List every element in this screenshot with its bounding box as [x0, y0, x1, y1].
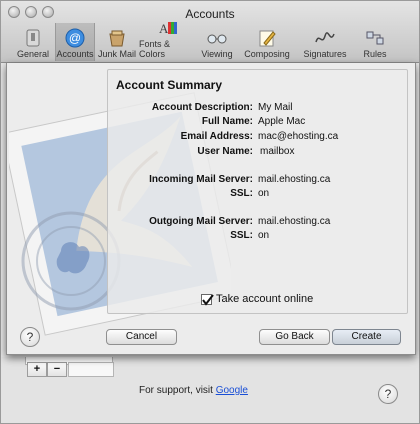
- full-name-value: Apple Mac: [258, 116, 306, 127]
- list-button-bar: [68, 362, 114, 377]
- toolbar-label: General: [16, 49, 50, 59]
- outgoing-server-row: Outgoing Mail Server: mail.ehosting.ca: [108, 216, 409, 230]
- svg-text:@: @: [69, 31, 81, 45]
- take-online-checkbox[interactable]: [201, 293, 214, 306]
- full-name-label: Full Name:: [201, 116, 253, 127]
- toolbar-junk-mail[interactable]: Junk Mail: [97, 23, 137, 61]
- email-row: Email Address: mac@ehosting.ca: [108, 131, 409, 145]
- incoming-server-row: Incoming Mail Server: mail.ehosting.ca: [108, 174, 409, 188]
- toolbar-fonts-colors[interactable]: A Fonts & Colors: [139, 21, 195, 61]
- glasses-icon: [206, 28, 228, 48]
- toolbar-general[interactable]: General: [13, 23, 53, 61]
- fonts-colors-icon: A: [156, 18, 178, 38]
- toolbar-label: Accounts: [56, 49, 94, 59]
- support-text: For support, visit Google: [139, 385, 248, 396]
- toolbar-rules[interactable]: Rules: [355, 23, 395, 61]
- account-description-value: My Mail: [258, 102, 293, 113]
- window-title: Accounts: [185, 7, 235, 21]
- user-name-row: User Name: mailbox: [108, 146, 409, 160]
- incoming-ssl-row: SSL: on: [108, 188, 409, 202]
- support-link[interactable]: Google: [216, 385, 248, 396]
- create-button[interactable]: Create: [332, 329, 401, 345]
- outgoing-server-value: mail.ehosting.ca: [258, 216, 331, 227]
- signature-icon: [314, 28, 336, 48]
- rules-icon: [364, 28, 386, 48]
- toolbar-signatures[interactable]: Signatures: [297, 23, 353, 61]
- user-name-value: mailbox: [260, 146, 295, 157]
- toolbar-label: Rules: [363, 49, 387, 59]
- user-name-label: User Name:: [197, 146, 253, 157]
- junk-mail-icon: [106, 28, 128, 48]
- help-button[interactable]: ?: [378, 384, 398, 404]
- outgoing-ssl-row: SSL: on: [108, 230, 409, 244]
- checkmark-icon: [202, 293, 214, 306]
- at-sign-icon: @: [64, 28, 86, 48]
- toolbar-label: Composing: [244, 49, 290, 59]
- outgoing-ssl-label: SSL:: [230, 230, 253, 241]
- toolbar-composing[interactable]: Composing: [239, 23, 295, 61]
- summary-title: Account Summary: [116, 78, 223, 92]
- toolbar-label: Signatures: [303, 49, 347, 59]
- remove-account-button[interactable]: −: [47, 362, 67, 377]
- incoming-server-label: Incoming Mail Server:: [149, 174, 253, 185]
- email-value: mac@ehosting.ca: [258, 131, 339, 142]
- incoming-ssl-value: on: [258, 188, 270, 199]
- outgoing-server-label: Outgoing Mail Server:: [149, 216, 253, 227]
- account-summary-sheet: Account Summary Account Description: My …: [6, 63, 416, 355]
- take-online-option[interactable]: Take account online: [201, 293, 314, 306]
- titlebar: Accounts General @ Accounts Junk Mail A …: [1, 1, 419, 63]
- preferences-toolbar: General @ Accounts Junk Mail A Fonts & C…: [13, 21, 397, 61]
- accounts-window: Accounts General @ Accounts Junk Mail A …: [0, 0, 420, 424]
- toolbar-accounts[interactable]: @ Accounts: [55, 23, 95, 61]
- incoming-ssl-label: SSL:: [230, 188, 253, 199]
- sheet-help-button[interactable]: ?: [20, 327, 40, 347]
- account-summary-panel: Account Summary Account Description: My …: [107, 69, 408, 314]
- toolbar-label: Fonts & Colors: [139, 39, 171, 59]
- switch-icon: [22, 28, 44, 48]
- take-online-label: Take account online: [216, 293, 314, 305]
- go-back-button[interactable]: Go Back: [259, 329, 330, 345]
- add-account-button[interactable]: +: [27, 362, 47, 377]
- email-label: Email Address:: [180, 131, 253, 142]
- outgoing-ssl-value: on: [258, 230, 270, 241]
- full-name-row: Full Name: Apple Mac: [108, 116, 409, 130]
- account-description-row: Account Description: My Mail: [108, 102, 409, 116]
- cancel-button[interactable]: Cancel: [106, 329, 177, 345]
- toolbar-label: Viewing: [201, 49, 233, 59]
- toolbar-viewing[interactable]: Viewing: [197, 23, 237, 61]
- toolbar-label: Junk Mail: [97, 49, 136, 59]
- pencil-icon: [256, 28, 278, 48]
- support-label: For support, visit: [139, 385, 213, 396]
- svg-text:A: A: [159, 21, 169, 36]
- account-description-label: Account Description:: [151, 102, 253, 113]
- incoming-server-value: mail.ehosting.ca: [258, 174, 331, 185]
